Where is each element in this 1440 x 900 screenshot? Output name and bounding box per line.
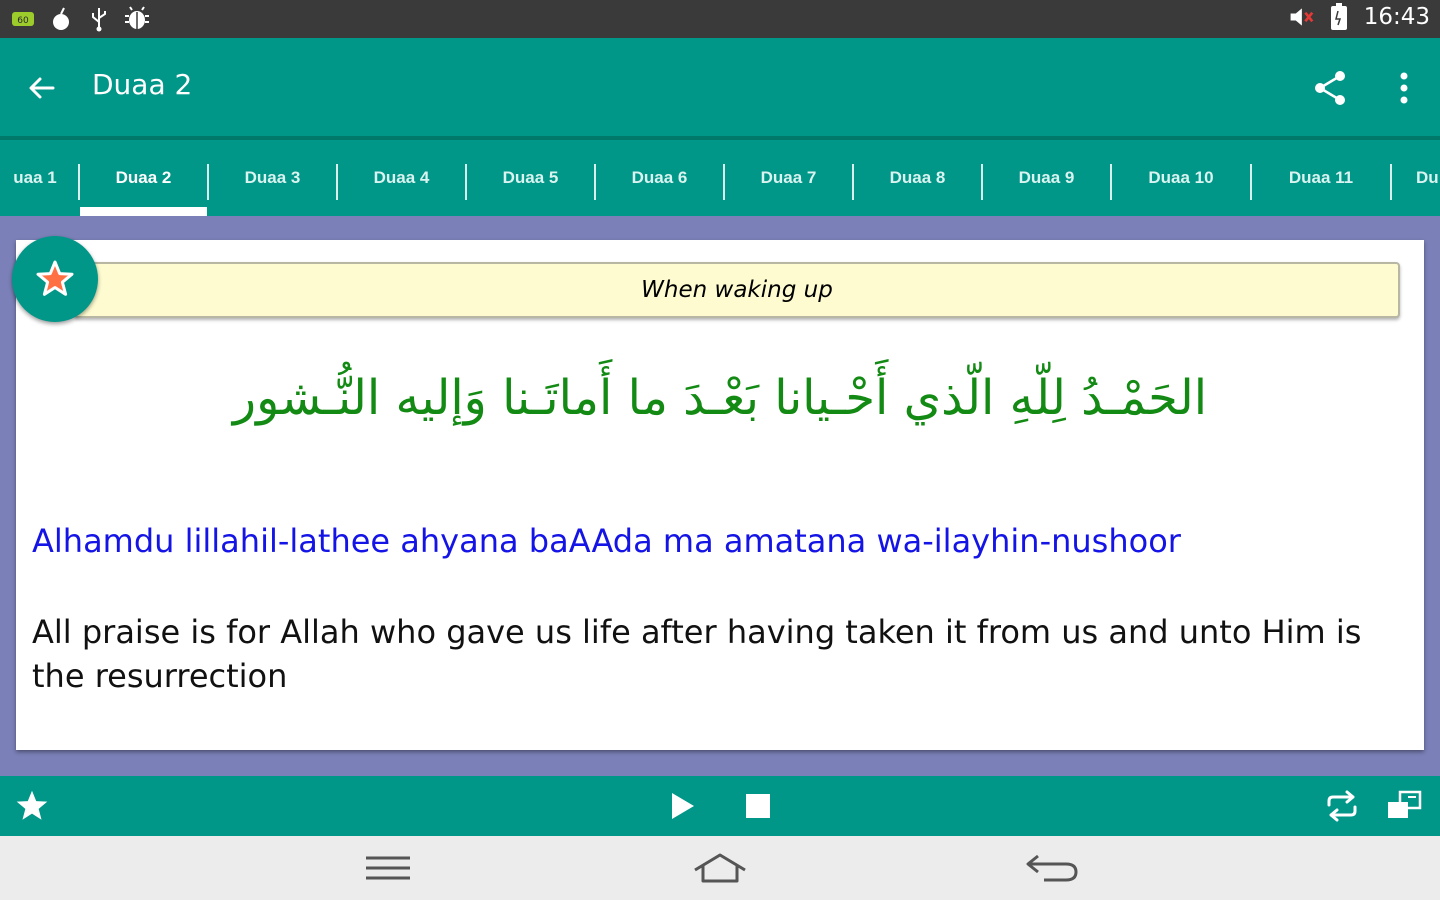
overflow-menu-button[interactable] bbox=[1388, 66, 1420, 110]
system-nav-bar bbox=[0, 836, 1440, 900]
share-button[interactable] bbox=[1308, 66, 1352, 110]
tab-duaa-1[interactable]: uaa 1 bbox=[0, 140, 78, 216]
stop-button[interactable] bbox=[738, 786, 778, 826]
tab-duaa-5[interactable]: Duaa 5 bbox=[467, 140, 594, 216]
repeat-icon bbox=[1327, 790, 1357, 822]
home-icon bbox=[694, 853, 746, 883]
share-icon bbox=[1315, 71, 1345, 105]
favorite-toggle-button[interactable] bbox=[12, 236, 98, 322]
player-bar bbox=[0, 776, 1440, 836]
more-vert-icon bbox=[1400, 72, 1408, 104]
arrow-back-icon bbox=[29, 77, 55, 99]
duaa-heading: When waking up bbox=[74, 262, 1400, 318]
volume-muted-icon bbox=[1288, 4, 1314, 30]
tab-duaa-9[interactable]: Duaa 9 bbox=[983, 140, 1110, 216]
duaa-tab-bar: uaa 1 Duaa 2 Duaa 3 Duaa 4 Duaa 5 Duaa 6… bbox=[0, 136, 1440, 216]
page-title: Duaa 2 bbox=[92, 68, 193, 101]
tab-divider bbox=[1390, 164, 1392, 200]
back-button[interactable] bbox=[22, 68, 62, 108]
windows-stack-icon bbox=[1388, 790, 1422, 818]
status-bar: 60 16:43 bbox=[0, 0, 1440, 38]
back-nav-icon bbox=[1026, 854, 1078, 882]
play-button[interactable] bbox=[662, 786, 702, 826]
stop-icon bbox=[746, 794, 770, 818]
multi-window-button[interactable] bbox=[1384, 786, 1424, 826]
active-tab-indicator bbox=[80, 207, 207, 216]
menu-button[interactable] bbox=[358, 848, 418, 888]
usb-icon bbox=[86, 6, 112, 32]
star-icon bbox=[36, 260, 74, 296]
translation-text: All praise is for Allah who gave us life… bbox=[32, 613, 1362, 695]
star-icon bbox=[16, 790, 48, 820]
app-bar: Duaa 2 bbox=[0, 38, 1440, 136]
sd-card-icon: 60 bbox=[10, 6, 36, 32]
transliteration-text: Alhamdu lillahil-lathee ahyana baAAda ma… bbox=[32, 522, 1181, 560]
tab-duaa-8[interactable]: Duaa 8 bbox=[854, 140, 981, 216]
svg-text:60: 60 bbox=[17, 16, 29, 26]
gesture-icon bbox=[48, 6, 74, 32]
status-time: 16:43 bbox=[1363, 4, 1430, 30]
play-icon bbox=[672, 793, 694, 819]
tab-duaa-11[interactable]: Duaa 11 bbox=[1252, 140, 1390, 216]
android-debug-icon bbox=[124, 6, 150, 32]
tab-duaa-2[interactable]: Duaa 2 bbox=[80, 140, 207, 216]
repeat-button[interactable] bbox=[1322, 786, 1362, 826]
tab-duaa-7[interactable]: Duaa 7 bbox=[725, 140, 852, 216]
menu-icon bbox=[366, 856, 410, 880]
home-button[interactable] bbox=[690, 848, 750, 888]
tab-duaa-3[interactable]: Duaa 3 bbox=[209, 140, 336, 216]
tab-duaa-10[interactable]: Duaa 10 bbox=[1112, 140, 1250, 216]
tab-duaa-12[interactable]: Du bbox=[1416, 140, 1440, 216]
tab-duaa-6[interactable]: Duaa 6 bbox=[596, 140, 723, 216]
favorites-button[interactable] bbox=[12, 786, 52, 826]
tab-duaa-4[interactable]: Duaa 4 bbox=[338, 140, 465, 216]
arabic-text: الحَمْـدُ لِلّهِ الّذي أَحْـيانا بَعْـدَ… bbox=[232, 370, 1208, 426]
back-nav-button[interactable] bbox=[1022, 848, 1082, 888]
battery-icon bbox=[1326, 3, 1352, 30]
duaa-card: When waking up الحَمْـدُ لِلّهِ الّذي أَ… bbox=[16, 240, 1424, 750]
